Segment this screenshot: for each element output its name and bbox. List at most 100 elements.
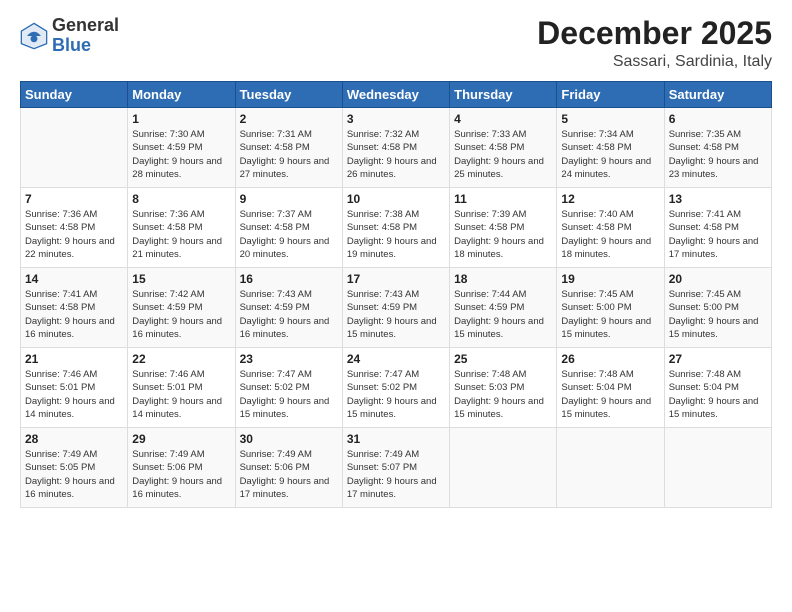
calendar-cell: 25Sunrise: 7:48 AMSunset: 5:03 PMDayligh… [450, 348, 557, 428]
calendar-cell: 3Sunrise: 7:32 AMSunset: 4:58 PMDaylight… [342, 108, 449, 188]
calendar-cell: 1 Sunrise: 7:30 AMSunset: 4:59 PMDaylight… [128, 108, 235, 188]
day-number: 27 [669, 352, 767, 366]
location-title: Sassari, Sardinia, Italy [537, 53, 772, 71]
calendar-cell: 18 Sunrise: 7:44 AMSunset: 4:59 PMDayligh… [450, 268, 557, 348]
month-title: December 2025 [537, 16, 772, 51]
day-info: Sunrise: 7:40 AMSunset: 4:58 PMDaylight:… [561, 208, 659, 261]
day-number: 6 [669, 112, 767, 126]
calendar-cell: 19 Sunrise: 7:45 AMSunset: 5:00 PMDayligh… [557, 268, 664, 348]
day-number: 1 [132, 112, 230, 126]
calendar-cell: 6 Sunrise: 7:35 AMSunset: 4:58 PMDaylight… [664, 108, 771, 188]
calendar-row-3: 21 Sunrise: 7:46 AMSunset: 5:01 PMDayligh… [21, 348, 772, 428]
day-number: 17 [347, 272, 445, 286]
day-info: Sunrise: 7:48 AMSunset: 5:03 PMDaylight:… [454, 368, 552, 421]
logo-text: General Blue [52, 16, 119, 56]
day-info: Sunrise: 7:45 AMSunset: 5:00 PMDaylight:… [561, 288, 659, 341]
calendar-row-0: 1 Sunrise: 7:30 AMSunset: 4:59 PMDaylight… [21, 108, 772, 188]
calendar-row-1: 7Sunrise: 7:36 AMSunset: 4:58 PMDaylight… [21, 188, 772, 268]
day-number: 8 [132, 192, 230, 206]
day-number: 19 [561, 272, 659, 286]
calendar-cell: 11Sunrise: 7:39 AMSunset: 4:58 PMDayligh… [450, 188, 557, 268]
col-sunday: Sunday [21, 82, 128, 108]
day-number: 13 [669, 192, 767, 206]
day-number: 16 [240, 272, 338, 286]
day-number: 2 [240, 112, 338, 126]
calendar-cell: 30 Sunrise: 7:49 AMSunset: 5:06 PMDayligh… [235, 428, 342, 508]
calendar-cell: 2Sunrise: 7:31 AMSunset: 4:58 PMDaylight… [235, 108, 342, 188]
col-thursday: Thursday [450, 82, 557, 108]
day-info: Sunrise: 7:45 AMSunset: 5:00 PMDaylight:… [669, 288, 767, 341]
col-wednesday: Wednesday [342, 82, 449, 108]
day-info: Sunrise: 7:49 AMSunset: 5:06 PMDaylight:… [240, 448, 338, 501]
day-number: 14 [25, 272, 123, 286]
day-number: 18 [454, 272, 552, 286]
day-info: Sunrise: 7:36 AMSunset: 4:58 PMDaylight:… [132, 208, 230, 261]
day-info: Sunrise: 7:43 AMSunset: 4:59 PMDaylight:… [347, 288, 445, 341]
col-friday: Friday [557, 82, 664, 108]
day-info: Sunrise: 7:44 AMSunset: 4:59 PMDaylight:… [454, 288, 552, 341]
day-info: Sunrise: 7:49 AMSunset: 5:07 PMDaylight:… [347, 448, 445, 501]
day-info: Sunrise: 7:47 AMSunset: 5:02 PMDaylight:… [240, 368, 338, 421]
calendar-cell: 14Sunrise: 7:41 AMSunset: 4:58 PMDayligh… [21, 268, 128, 348]
day-number: 10 [347, 192, 445, 206]
day-number: 31 [347, 432, 445, 446]
calendar-cell: 29 Sunrise: 7:49 AMSunset: 5:06 PMDayligh… [128, 428, 235, 508]
day-info: Sunrise: 7:43 AMSunset: 4:59 PMDaylight:… [240, 288, 338, 341]
day-number: 12 [561, 192, 659, 206]
day-info: Sunrise: 7:46 AMSunset: 5:01 PMDaylight:… [25, 368, 123, 421]
calendar-cell: 31 Sunrise: 7:49 AMSunset: 5:07 PMDayligh… [342, 428, 449, 508]
day-info: Sunrise: 7:42 AMSunset: 4:59 PMDaylight:… [132, 288, 230, 341]
day-number: 4 [454, 112, 552, 126]
calendar-cell: 28Sunrise: 7:49 AMSunset: 5:05 PMDayligh… [21, 428, 128, 508]
day-number: 28 [25, 432, 123, 446]
day-number: 30 [240, 432, 338, 446]
calendar-cell: 12 Sunrise: 7:40 AMSunset: 4:58 PMDayligh… [557, 188, 664, 268]
calendar-cell: 21 Sunrise: 7:46 AMSunset: 5:01 PMDayligh… [21, 348, 128, 428]
calendar-cell: 24 Sunrise: 7:47 AMSunset: 5:02 PMDayligh… [342, 348, 449, 428]
day-info: Sunrise: 7:38 AMSunset: 4:58 PMDaylight:… [347, 208, 445, 261]
calendar-cell [557, 428, 664, 508]
col-tuesday: Tuesday [235, 82, 342, 108]
day-number: 15 [132, 272, 230, 286]
calendar-cell [21, 108, 128, 188]
day-number: 22 [132, 352, 230, 366]
calendar-table: Sunday Monday Tuesday Wednesday Thursday… [20, 81, 772, 508]
calendar-cell: 17 Sunrise: 7:43 AMSunset: 4:59 PMDayligh… [342, 268, 449, 348]
day-number: 29 [132, 432, 230, 446]
calendar-cell: 23 Sunrise: 7:47 AMSunset: 5:02 PMDayligh… [235, 348, 342, 428]
calendar-cell: 16 Sunrise: 7:43 AMSunset: 4:59 PMDayligh… [235, 268, 342, 348]
logo-blue: Blue [52, 35, 91, 55]
day-info: Sunrise: 7:35 AMSunset: 4:58 PMDaylight:… [669, 128, 767, 181]
day-number: 9 [240, 192, 338, 206]
day-number: 24 [347, 352, 445, 366]
calendar-cell: 5Sunrise: 7:34 AMSunset: 4:58 PMDaylight… [557, 108, 664, 188]
header: General Blue December 2025 Sassari, Sard… [20, 16, 772, 71]
title-block: December 2025 Sassari, Sardinia, Italy [537, 16, 772, 71]
calendar-cell: 7Sunrise: 7:36 AMSunset: 4:58 PMDaylight… [21, 188, 128, 268]
calendar-row-4: 28Sunrise: 7:49 AMSunset: 5:05 PMDayligh… [21, 428, 772, 508]
calendar-cell: 15 Sunrise: 7:42 AMSunset: 4:59 PMDayligh… [128, 268, 235, 348]
main-container: General Blue December 2025 Sassari, Sard… [0, 0, 792, 518]
day-number: 23 [240, 352, 338, 366]
day-info: Sunrise: 7:30 AMSunset: 4:59 PMDaylight:… [132, 128, 230, 181]
logo: General Blue [20, 16, 119, 56]
day-info: Sunrise: 7:41 AMSunset: 4:58 PMDaylight:… [669, 208, 767, 261]
day-info: Sunrise: 7:47 AMSunset: 5:02 PMDaylight:… [347, 368, 445, 421]
day-number: 21 [25, 352, 123, 366]
day-info: Sunrise: 7:49 AMSunset: 5:06 PMDaylight:… [132, 448, 230, 501]
day-number: 3 [347, 112, 445, 126]
day-info: Sunrise: 7:48 AMSunset: 5:04 PMDaylight:… [561, 368, 659, 421]
calendar-cell: 22 Sunrise: 7:46 AMSunset: 5:01 PMDayligh… [128, 348, 235, 428]
day-number: 26 [561, 352, 659, 366]
day-info: Sunrise: 7:46 AMSunset: 5:01 PMDaylight:… [132, 368, 230, 421]
calendar-cell: 8 Sunrise: 7:36 AMSunset: 4:58 PMDaylight… [128, 188, 235, 268]
day-number: 20 [669, 272, 767, 286]
calendar-cell: 27Sunrise: 7:48 AMSunset: 5:04 PMDayligh… [664, 348, 771, 428]
logo-general: General [52, 15, 119, 35]
day-info: Sunrise: 7:39 AMSunset: 4:58 PMDaylight:… [454, 208, 552, 261]
col-saturday: Saturday [664, 82, 771, 108]
calendar-cell: 9 Sunrise: 7:37 AMSunset: 4:58 PMDaylight… [235, 188, 342, 268]
calendar-cell: 20 Sunrise: 7:45 AMSunset: 5:00 PMDayligh… [664, 268, 771, 348]
calendar-row-2: 14Sunrise: 7:41 AMSunset: 4:58 PMDayligh… [21, 268, 772, 348]
day-info: Sunrise: 7:37 AMSunset: 4:58 PMDaylight:… [240, 208, 338, 261]
